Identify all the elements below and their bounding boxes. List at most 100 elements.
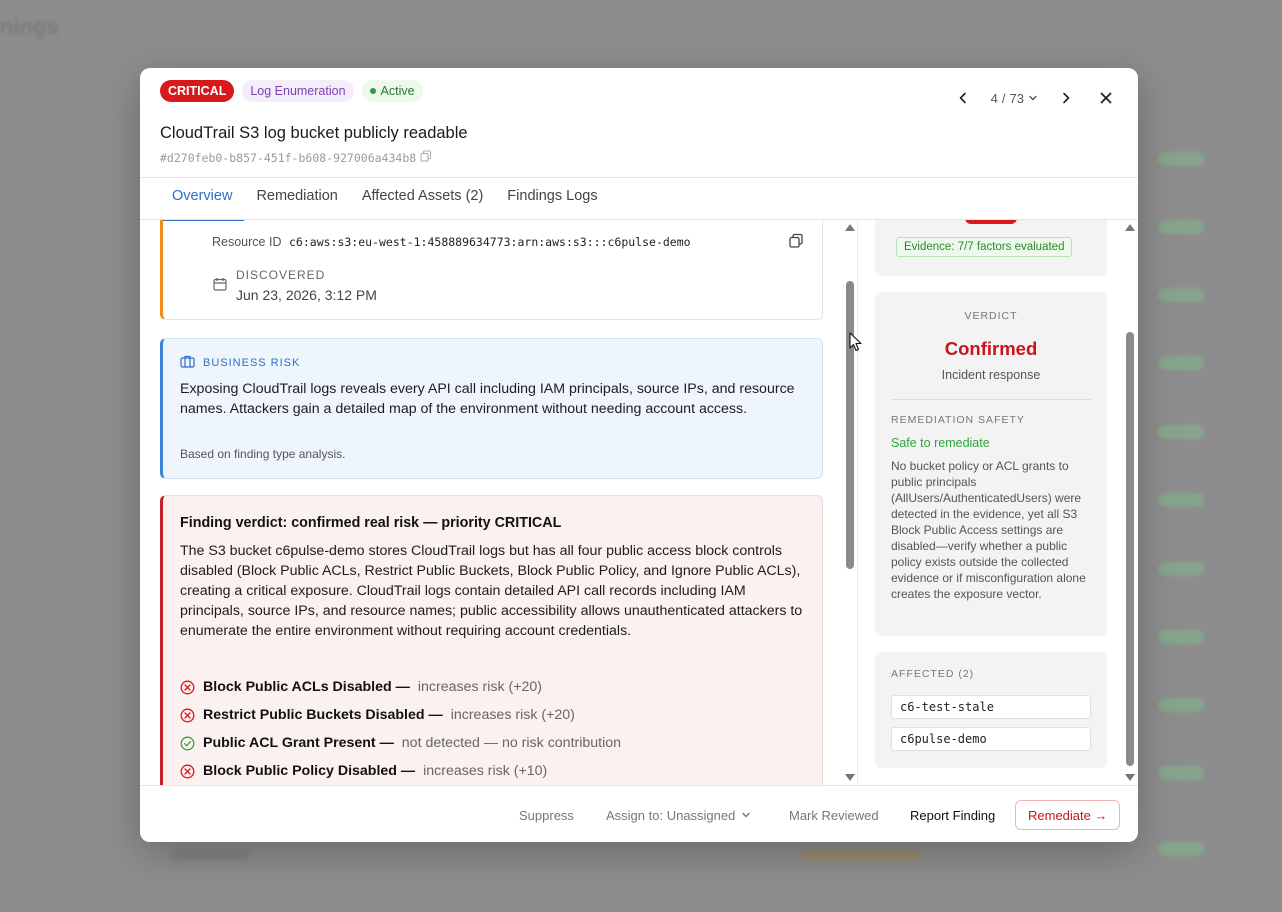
- verdict-summary-card: VERDICT Confirmed Incident response REME…: [875, 292, 1107, 636]
- page-title: CloudTrail S3 log bucket publicly readab…: [160, 124, 468, 142]
- right-scrollbar[interactable]: [1123, 220, 1137, 785]
- background-badge: [1158, 766, 1204, 780]
- calendar-icon: [213, 277, 227, 296]
- mouse-cursor-icon: [849, 332, 863, 357]
- verdict-label: VERDICT: [964, 310, 1018, 322]
- previous-finding-button[interactable]: [951, 86, 975, 110]
- remediation-safety-value: Safe to remediate: [891, 436, 990, 450]
- tab-overview[interactable]: Overview: [160, 178, 245, 221]
- briefcase-icon: [180, 355, 195, 371]
- scroll-down-icon[interactable]: [1125, 774, 1135, 781]
- background-badge: [1158, 356, 1204, 370]
- factor-name: Block Public ACLs Disabled —: [203, 679, 410, 695]
- background-badge: [1158, 493, 1204, 507]
- scrollbar-thumb[interactable]: [846, 281, 854, 569]
- modal-footer: Suppress Assign to: Unassigned Mark Revi…: [140, 785, 1138, 842]
- verdict-text: The S3 bucket c6pulse-demo stores CloudT…: [180, 543, 803, 639]
- chevron-down-icon: [742, 812, 751, 818]
- divider: [891, 399, 1091, 400]
- discovered-label: DISCOVERED: [236, 268, 326, 282]
- assign-label: Assign to: Unassigned: [606, 807, 736, 823]
- business-risk-card: BUSINESS RISK Exposing CloudTrail logs r…: [160, 338, 823, 479]
- factor-item: Block Public ACLs Disabled — increases r…: [180, 673, 621, 701]
- pager-dropdown[interactable]: 4 / 73: [991, 91, 1038, 106]
- discovered-value: Jun 23, 2026, 3:12 PM: [236, 287, 377, 303]
- tab-bar: Overview Remediation Affected Assets (2)…: [160, 178, 1138, 221]
- pager-total: 73: [1009, 90, 1024, 106]
- factor-name: Restrict Public Buckets Disabled —: [203, 707, 443, 723]
- tab-findings-logs[interactable]: Findings Logs: [495, 178, 609, 220]
- background-badge: [1158, 220, 1204, 234]
- left-scrollbar[interactable]: [843, 220, 857, 785]
- factor-name: Block Public Policy Disabled —: [203, 763, 416, 779]
- close-button[interactable]: [1094, 86, 1118, 110]
- risk-circle-icon: [180, 764, 195, 778]
- side-panel[interactable]: Evidence: 7/7 factors evaluated VERDICT …: [857, 220, 1115, 785]
- verdict-card: Finding verdict: confirmed real risk — p…: [160, 495, 823, 785]
- resource-card: Resource ID c6:aws:s3:eu-west-1:45888963…: [160, 220, 823, 320]
- evidence-badge: Evidence: 7/7 factors evaluated: [896, 237, 1073, 257]
- background-badge: [1158, 562, 1204, 576]
- background-badge: [1158, 842, 1204, 856]
- background-page-title: nings: [0, 14, 59, 39]
- report-finding-button[interactable]: Report Finding: [898, 800, 1007, 830]
- severity-badge: CRITICAL: [160, 80, 235, 102]
- copy-resource-id-icon[interactable]: [788, 233, 804, 254]
- mark-reviewed-button[interactable]: Mark Reviewed: [777, 800, 891, 830]
- overview-scroll-area[interactable]: Resource ID c6:aws:s3:eu-west-1:45888963…: [160, 220, 823, 785]
- verdict-value: Confirmed: [944, 338, 1038, 359]
- modal-header: CRITICAL Log Enumeration Active CloudTra…: [140, 68, 1138, 178]
- business-risk-note: Based on finding type analysis.: [180, 447, 346, 461]
- scroll-down-icon[interactable]: [845, 774, 855, 781]
- verdict-title: Finding verdict: confirmed real risk — p…: [180, 515, 562, 531]
- chevron-down-icon: [1029, 95, 1037, 101]
- risk-circle-icon: [180, 708, 195, 722]
- background-badge: [1158, 698, 1204, 712]
- resource-id-label: Resource ID: [212, 235, 282, 249]
- factor-item: Block Public Policy Disabled — increases…: [180, 757, 621, 785]
- resource-id-value: c6:aws:s3:eu-west-1:458889634773:arn:aws…: [289, 235, 691, 249]
- pager-current: 4: [990, 90, 998, 106]
- status-badge: Active: [361, 80, 423, 102]
- pager-separator: /: [1001, 90, 1006, 106]
- tab-affected-assets[interactable]: Affected Assets (2): [350, 178, 495, 220]
- remediation-safety-text: No bucket policy or ACL grants to public…: [891, 459, 1086, 601]
- remediation-safety-label: REMEDIATION SAFETY: [891, 414, 1025, 426]
- background-badge: [1158, 152, 1204, 166]
- factor-effect: not detected — no risk contribution: [401, 735, 622, 751]
- factor-list: Block Public ACLs Disabled — increases r…: [180, 673, 621, 785]
- affected-asset-item[interactable]: c6-test-stale: [891, 695, 1091, 719]
- category-badge: Log Enumeration: [242, 80, 354, 102]
- suppress-button[interactable]: Suppress: [507, 800, 586, 830]
- background-bar: [170, 850, 250, 860]
- factor-effect: increases risk (+10): [423, 763, 548, 779]
- status-dot-icon: [369, 87, 376, 94]
- remediate-button[interactable]: Remediate →: [1015, 800, 1121, 830]
- scroll-up-icon[interactable]: [845, 224, 855, 231]
- factor-name: Public ACL Grant Present —: [203, 735, 394, 751]
- factor-effect: increases risk (+20): [450, 707, 575, 723]
- business-risk-text: Exposing CloudTrail logs reveals every A…: [180, 381, 795, 417]
- background-badge: [1158, 630, 1204, 644]
- background-badge: [1158, 425, 1204, 439]
- check-circle-icon: [180, 736, 195, 750]
- next-finding-button[interactable]: [1054, 86, 1078, 110]
- scrollbar-thumb[interactable]: [1126, 332, 1134, 766]
- risk-score-bar: [965, 220, 1017, 224]
- affected-asset-item[interactable]: c6pulse-demo: [891, 727, 1091, 751]
- badge-row: CRITICAL Log Enumeration Active: [160, 80, 423, 102]
- finding-id-text: #d270feb0-b857-451f-b608-927006a434b8: [160, 150, 417, 165]
- tab-remediation[interactable]: Remediation: [244, 178, 349, 220]
- evidence-card: Evidence: 7/7 factors evaluated: [875, 220, 1107, 276]
- status-label: Active: [380, 84, 415, 98]
- assign-dropdown[interactable]: Assign to: Unassigned: [594, 800, 763, 830]
- factor-item: Public ACL Grant Present — not detected …: [180, 729, 621, 757]
- finding-navigation: 4 / 73: [951, 86, 1118, 110]
- copy-icon[interactable]: [420, 150, 432, 165]
- business-risk-heading: BUSINESS RISK: [180, 355, 300, 371]
- verdict-subtitle: Incident response: [941, 368, 1041, 382]
- risk-circle-icon: [180, 680, 195, 694]
- scroll-up-icon[interactable]: [1125, 224, 1135, 231]
- finding-detail-modal: CRITICAL Log Enumeration Active CloudTra…: [140, 68, 1138, 842]
- factor-effect: increases risk (+20): [417, 679, 543, 695]
